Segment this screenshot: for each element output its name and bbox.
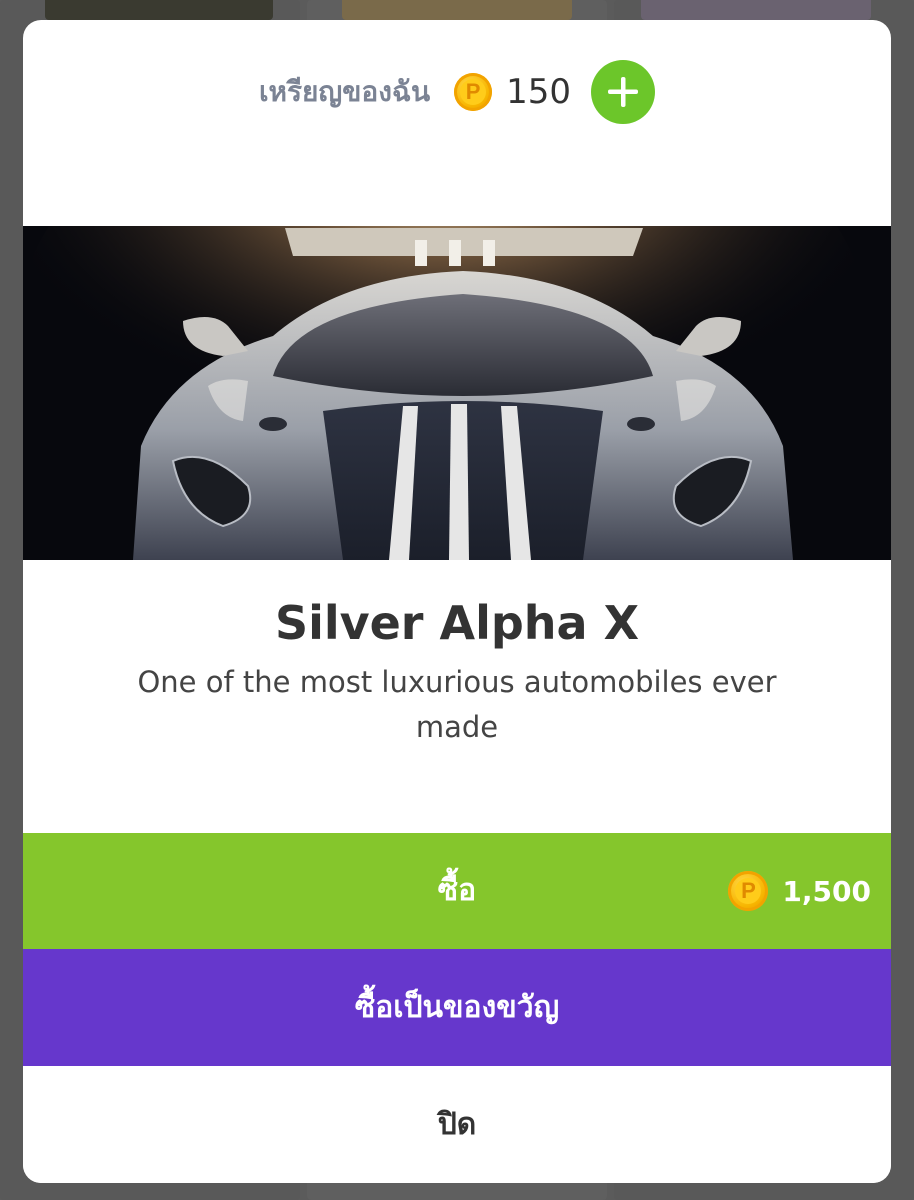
background-thumbnail: [342, 0, 572, 20]
price-tag: P 1,500: [728, 833, 871, 949]
product-description: One of the most luxurious automobiles ev…: [137, 665, 777, 744]
buy-button[interactable]: ซื้อ P 1,500: [23, 833, 891, 949]
add-coins-button[interactable]: [591, 60, 656, 124]
coin-icon: P: [728, 871, 769, 911]
background-thumbnail: [641, 0, 871, 20]
purchase-modal: เหรียญของฉัน P 150 Silver Alpha X One of…: [23, 20, 891, 1183]
coin-balance: 150: [506, 72, 572, 112]
plus-icon: [608, 77, 639, 107]
background-thumbnail: [45, 0, 273, 20]
my-coins-label: เหรียญของฉัน: [258, 75, 431, 108]
product-image: [23, 226, 891, 560]
price-value: 1,500: [782, 874, 871, 908]
wallet-header: เหรียญของฉัน P 150: [23, 20, 891, 165]
buy-as-gift-button[interactable]: ซื้อเป็นของขวัญ: [23, 949, 891, 1066]
sports-car-image: [23, 226, 891, 560]
product-title: Silver Alpha X: [274, 596, 640, 650]
coin-icon: P: [454, 73, 493, 111]
close-button[interactable]: ปิด: [23, 1066, 891, 1183]
